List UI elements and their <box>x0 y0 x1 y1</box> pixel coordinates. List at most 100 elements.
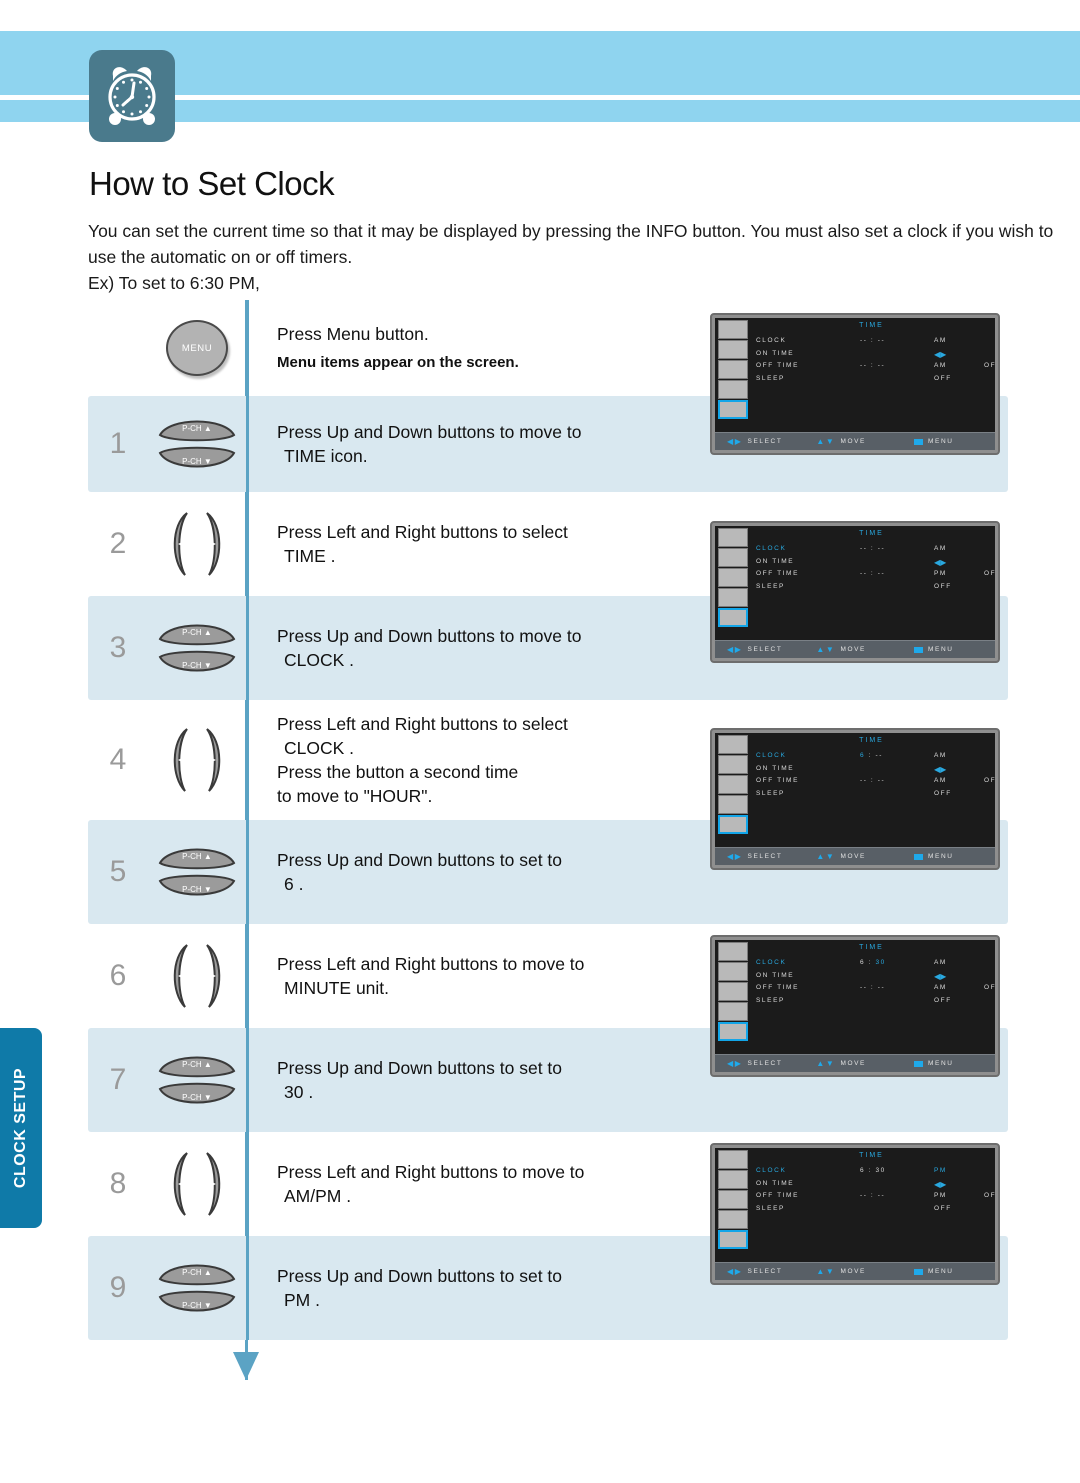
step-remote-button[interactable]: P-CH ▲ P-CH ▼ <box>148 1236 246 1340</box>
up-down-arrow-icon: ▲▼ <box>816 1058 836 1068</box>
osd-status-menu: MENU <box>914 1268 954 1275</box>
osd-row-clock[interactable]: CLOCK -- : -- AM <box>756 545 991 558</box>
osd-clock-minute: -- <box>877 545 886 552</box>
osd-label-on-time: ON TIME <box>756 1179 795 1187</box>
step-remote-button[interactable] <box>148 1132 246 1236</box>
osd-clock-minute: -- <box>877 337 886 344</box>
osd-screen: TIME CLOCK -- : -- AM ON TIME ◀▶ OFF TIME -- : … <box>710 313 1000 455</box>
osd-label-off-time: OFF TIME <box>756 984 800 991</box>
side-tab-clock-setup[interactable]: CLOCK SETUP <box>0 1028 42 1228</box>
osd-sidebar <box>715 733 748 847</box>
osd-status-move: ▲▼ MOVE <box>816 1266 866 1276</box>
osd-state-off-time: OFF <box>984 1192 995 1199</box>
osd-screen: TIME CLOCK -- : -- AM ON TIME ◀▶ OFF TIME -- : … <box>710 521 1000 663</box>
osd-row-on-time[interactable]: ON TIME ◀▶ <box>756 765 991 778</box>
step-remote-button[interactable]: P-CH ▲ P-CH ▼ <box>148 820 246 924</box>
svg-text:P-CH ▲: P-CH ▲ <box>182 628 212 637</box>
osd-clock-hour: 6 <box>860 752 866 759</box>
osd-sidebar-icon-box <box>718 775 748 794</box>
osd-label-on-time: ON TIME <box>756 764 795 772</box>
osd-row-off-time[interactable]: OFF TIME -- : -- AM OFF <box>756 777 995 790</box>
osd-row-sleep[interactable]: SLEEP OFF <box>756 790 991 803</box>
osd-label-on-time: ON TIME <box>756 349 795 357</box>
osd-body: TIME CLOCK 6 : 30 PM ON TIME ◀▶ OFF TIME -- : -… <box>715 1148 995 1262</box>
menu-button[interactable]: MENU <box>166 320 228 376</box>
osd-row-clock[interactable]: CLOCK 6 : -- AM <box>756 752 991 765</box>
step-number <box>88 300 148 396</box>
step-remote-button[interactable]: P-CH ▲ P-CH ▼ <box>148 1028 246 1132</box>
osd-body: TIME CLOCK -- : -- AM ON TIME ◀▶ OFF TIME -- : … <box>715 526 995 640</box>
osd-rows: CLOCK -- : -- AM ON TIME ◀▶ OFF TIME -- : -- PM… <box>756 545 995 596</box>
osd-row-off-time[interactable]: OFF TIME -- : -- AM OFF <box>756 362 995 375</box>
osd-row-clock[interactable]: CLOCK 6 : 30 PM <box>756 1167 991 1180</box>
left-right-button[interactable] <box>161 725 233 795</box>
osd-row-on-time[interactable]: ON TIME ◀▶ <box>756 1180 991 1193</box>
osd-ampm-off-time: AM <box>934 362 947 369</box>
osd-rows: CLOCK 6 : 30 PM ON TIME ◀▶ OFF TIME -- : -- PM O… <box>756 1167 995 1218</box>
osd-sidebar-icon-box <box>718 1022 748 1041</box>
osd-row-on-time[interactable]: ON TIME ◀▶ <box>756 972 991 985</box>
osd-label-clock: CLOCK <box>756 545 787 552</box>
p-ch-up-down-button[interactable]: P-CH ▲ P-CH ▼ <box>154 409 240 479</box>
osd-row-sleep[interactable]: SLEEP OFF <box>756 375 991 388</box>
osd-label-sleep: SLEEP <box>756 582 785 590</box>
osd-value-off-time: -- : -- <box>860 984 886 991</box>
osd-row-on-time[interactable]: ON TIME ◀▶ <box>756 558 991 571</box>
osd-status-select: ◀▶ SELECT <box>727 1266 783 1276</box>
osd-sidebar-icon-box <box>718 320 748 339</box>
osd-clock-hour: 6 <box>860 1167 866 1174</box>
p-ch-up-down-button[interactable]: P-CH ▲ P-CH ▼ <box>154 837 240 907</box>
osd-state-off-time: OFF <box>984 362 995 369</box>
osd-row-sleep[interactable]: SLEEP OFF <box>756 1205 991 1218</box>
osd-row-on-time[interactable]: ON TIME ◀▶ <box>756 350 991 363</box>
osd-row-clock[interactable]: CLOCK 6 : 30 AM <box>756 959 991 972</box>
osd-status-select: ◀▶ SELECT <box>727 1058 783 1068</box>
osd-label-clock: CLOCK <box>756 337 787 344</box>
osd-state-off-time: OFF <box>984 570 995 577</box>
step-remote-button[interactable] <box>148 924 246 1028</box>
step-number: 8 <box>109 1167 127 1200</box>
step-line: 30 . <box>284 1082 314 1102</box>
osd-value-sleep: OFF <box>934 1204 952 1212</box>
osd-label-sleep: SLEEP <box>756 996 785 1004</box>
step-remote-button[interactable]: P-CH ▲ P-CH ▼ <box>148 396 246 492</box>
p-ch-up-down-button[interactable]: P-CH ▲ P-CH ▼ <box>154 1253 240 1323</box>
osd-row-off-time[interactable]: OFF TIME -- : -- PM OFF <box>756 570 995 583</box>
osd-row-off-time[interactable]: OFF TIME -- : -- PM OFF <box>756 1192 995 1205</box>
osd-clock-hour: -- <box>860 337 868 344</box>
svg-text:P-CH ▼: P-CH ▼ <box>182 661 212 670</box>
osd-status-move: ▲▼ MOVE <box>816 644 866 654</box>
left-right-button[interactable] <box>161 941 233 1011</box>
osd-ampm-off-time: PM <box>934 1192 947 1199</box>
osd-sidebar-icon-box <box>718 1190 748 1209</box>
osd-left-right-arrows-icon: ◀▶ <box>934 764 947 774</box>
osd-status-menu: MENU <box>914 646 954 653</box>
step-remote-button[interactable] <box>148 492 246 596</box>
step-number: 3 <box>109 631 127 664</box>
step-number: 7 <box>109 1063 127 1096</box>
step-remote-button[interactable]: P-CH ▲ P-CH ▼ <box>148 596 246 700</box>
osd-value-off-time: -- : -- <box>860 1192 886 1199</box>
step-remote-button[interactable]: MENU <box>148 300 246 396</box>
osd-inner: TIME CLOCK -- : -- AM ON TIME ◀▶ OFF TIME -- : … <box>715 318 995 450</box>
osd-value-off-time: -- : -- <box>860 362 886 369</box>
osd-row-sleep[interactable]: SLEEP OFF <box>756 997 991 1010</box>
left-right-button[interactable] <box>161 1149 233 1219</box>
up-down-arrow-icon: ▲▼ <box>816 644 836 654</box>
osd-value-sleep: OFF <box>934 582 952 590</box>
left-right-button[interactable] <box>161 509 233 579</box>
p-ch-up-down-button[interactable]: P-CH ▲ P-CH ▼ <box>154 613 240 683</box>
osd-row-sleep[interactable]: SLEEP OFF <box>756 583 991 596</box>
osd-content: TIME CLOCK -- : -- AM ON TIME ◀▶ OFF TIME -- : … <box>748 318 995 432</box>
osd-title: TIME <box>859 944 884 951</box>
osd-row-clock[interactable]: CLOCK -- : -- AM <box>756 337 991 350</box>
side-tab-label: CLOCK SETUP <box>12 1067 30 1189</box>
step-number: 9 <box>109 1271 127 1304</box>
left-right-arrow-icon: ◀▶ <box>727 1058 743 1068</box>
osd-inner: TIME CLOCK -- : -- AM ON TIME ◀▶ OFF TIME -- : … <box>715 526 995 658</box>
p-ch-up-down-button[interactable]: P-CH ▲ P-CH ▼ <box>154 1045 240 1115</box>
step-number: 1 <box>109 427 127 460</box>
osd-row-off-time[interactable]: OFF TIME -- : -- AM OFF <box>756 984 995 997</box>
step-remote-button[interactable] <box>148 700 246 820</box>
osd-title: TIME <box>859 530 884 537</box>
